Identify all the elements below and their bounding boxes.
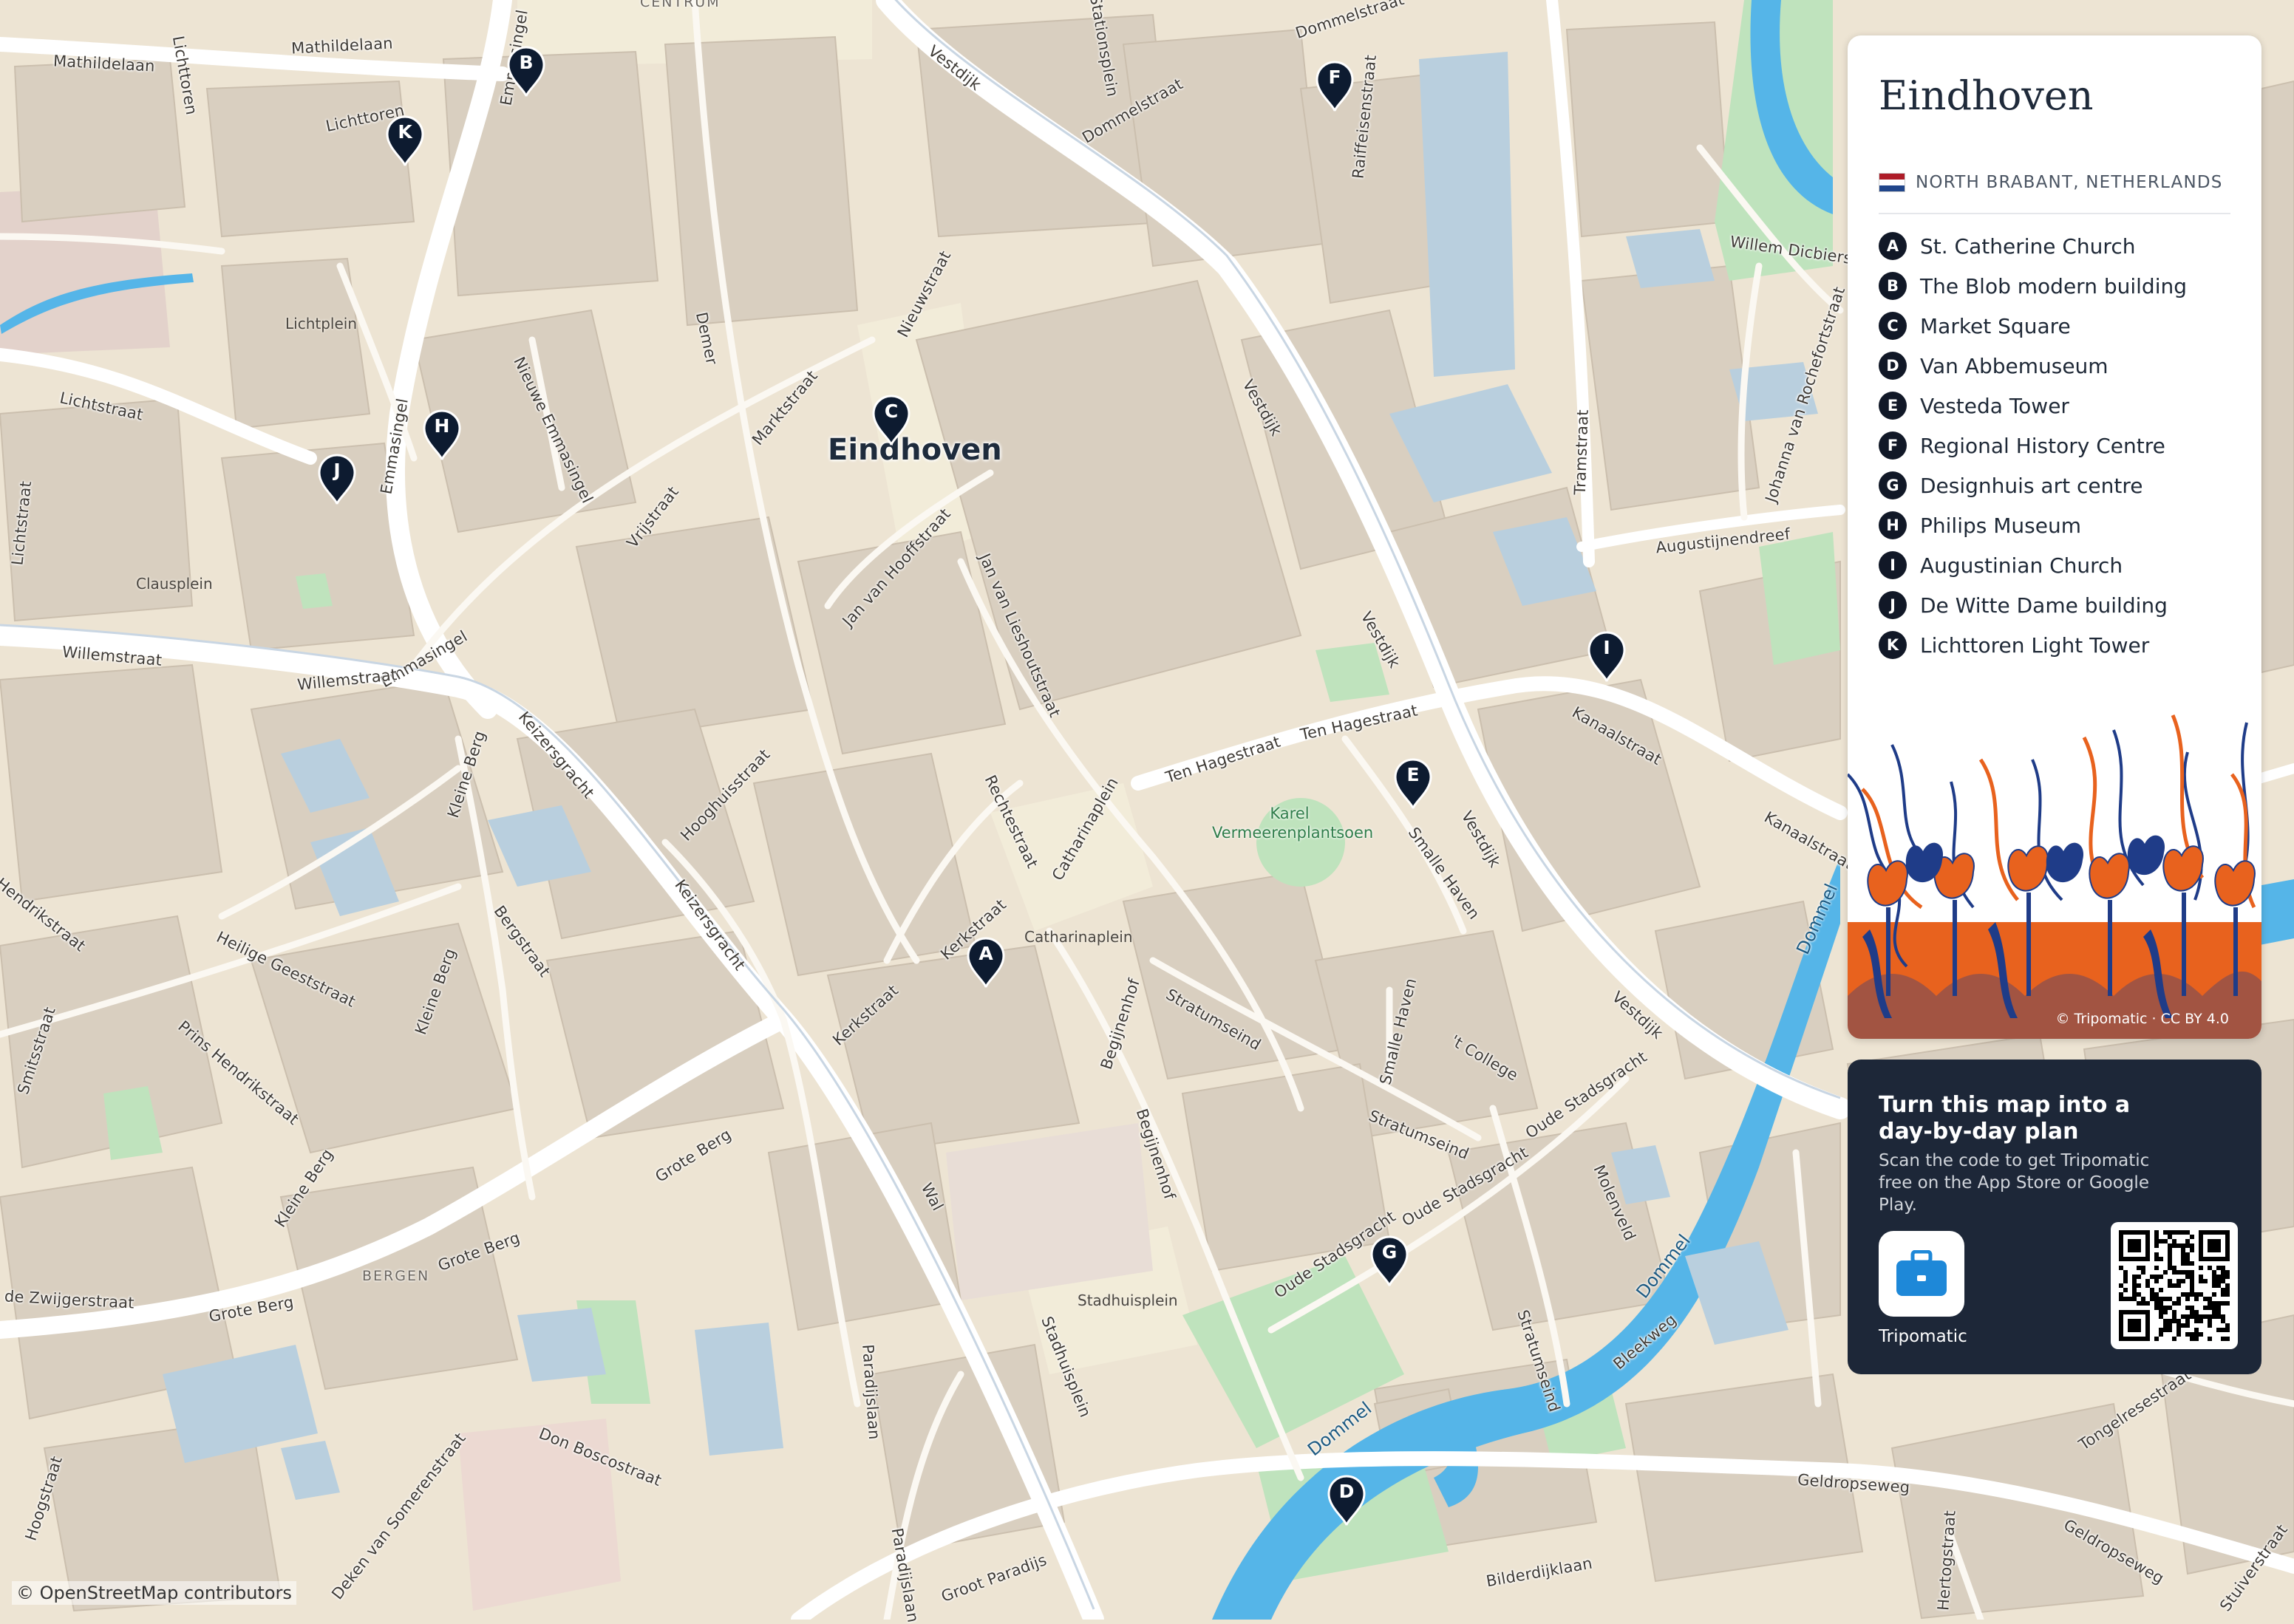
- legend-badge: E: [1879, 392, 1907, 420]
- legend-item[interactable]: G Designhuis art centre: [1879, 465, 2187, 505]
- osm-attribution[interactable]: © OpenStreetMap contributors: [12, 1581, 296, 1605]
- legend-label: Augustinian Church: [1920, 553, 2123, 578]
- city-label: Eindhoven: [828, 433, 1002, 467]
- panel-divider: [1879, 213, 2230, 214]
- marker-letter: A: [978, 943, 993, 964]
- marker-letter: I: [1603, 637, 1610, 658]
- legend-badge: B: [1879, 272, 1907, 300]
- map-pin-icon[interactable]: H: [421, 408, 463, 461]
- app-icon[interactable]: [1879, 1231, 1964, 1317]
- map-pin-icon[interactable]: F: [1314, 59, 1355, 112]
- legend-item[interactable]: C Market Square: [1879, 306, 2187, 346]
- legend-label: De Witte Dame building: [1920, 593, 2168, 618]
- legend-item[interactable]: F Regional History Centre: [1879, 426, 2187, 465]
- tulip-illustration: [1848, 714, 2261, 1039]
- place-label-lichtplein: Lichtplein: [285, 315, 358, 332]
- marker-letter: G: [1381, 1241, 1398, 1263]
- legend-item[interactable]: B The Blob modern building: [1879, 266, 2187, 306]
- map-pin-icon[interactable]: B: [506, 44, 547, 98]
- region-text: NORTH BRABANT, NETHERLANDS: [1916, 173, 2223, 192]
- legend-badge: C: [1879, 312, 1907, 340]
- legend-badge: I: [1879, 551, 1907, 579]
- map-pin-icon[interactable]: J: [316, 452, 358, 505]
- legend-label: Philips Museum: [1920, 513, 2081, 538]
- map-pin-icon[interactable]: D: [1326, 1473, 1367, 1526]
- legend-badge: J: [1879, 591, 1907, 619]
- legend-badge: G: [1879, 471, 1907, 499]
- region-row: NORTH BRABANT, NETHERLANDS: [1879, 171, 2223, 194]
- flag-stripe-blue: [1879, 185, 1905, 191]
- flag-stripe-red: [1879, 174, 1905, 180]
- promo-card[interactable]: Turn this map into a day-by-day plan Sca…: [1848, 1060, 2261, 1374]
- marker-letter: K: [398, 121, 412, 143]
- netherlands-flag-icon: [1879, 173, 1905, 192]
- legend-label: St. Catherine Church: [1920, 233, 2136, 259]
- legend-item[interactable]: I Augustinian Church: [1879, 545, 2187, 585]
- legend-badge: D: [1879, 352, 1907, 380]
- legend-list: A St. Catherine Church B The Blob modern bu…: [1879, 226, 2187, 665]
- legend-label: Regional History Centre: [1920, 433, 2165, 458]
- marker-letter: E: [1406, 764, 1420, 785]
- legend-label: Lichttoren Light Tower: [1920, 632, 2150, 658]
- map-pin-icon[interactable]: I: [1586, 630, 1627, 683]
- legend-label: Market Square: [1920, 313, 2071, 338]
- legend-item[interactable]: K Lichttoren Light Tower: [1879, 625, 2187, 665]
- marker-letter: B: [519, 52, 534, 73]
- legend-badge: H: [1879, 511, 1907, 539]
- place-label-clausplein: Clausplein: [136, 575, 213, 593]
- legend-panel: Eindhoven NORTH BRABANT, NETHERLANDS A St…: [1848, 35, 2261, 1039]
- street-label: Tramstraat: [1570, 409, 1592, 496]
- legend-badge: F: [1879, 431, 1907, 460]
- marker-letter: H: [434, 415, 450, 437]
- marker-letter: D: [1338, 1481, 1355, 1502]
- legend-badge: A: [1879, 232, 1907, 260]
- legend-label: The Blob modern building: [1920, 273, 2187, 298]
- legend-item[interactable]: E Vesteda Tower: [1879, 386, 2187, 426]
- district-label-centrum: CENTRUM: [640, 0, 721, 10]
- map-pin-icon[interactable]: C: [871, 393, 912, 446]
- marker-letter: C: [884, 400, 899, 422]
- qr-code-graphic: [2119, 1230, 2230, 1341]
- legend-item[interactable]: J De Witte Dame building: [1879, 585, 2187, 625]
- park-label: Karel Vermeerenplantsoen: [1212, 805, 1374, 842]
- map-pin-icon[interactable]: A: [965, 935, 1007, 989]
- legend-item[interactable]: H Philips Museum: [1879, 505, 2187, 545]
- promo-title: Turn this map into a day-by-day plan: [1879, 1092, 2131, 1144]
- place-label-catharinaplein: Catharinaplein: [1024, 928, 1133, 946]
- legend-item[interactable]: A St. Catherine Church: [1879, 226, 2187, 266]
- place-label-stadhuisplein: Stadhuisplein: [1078, 1292, 1178, 1309]
- legend-item[interactable]: D Van Abbemuseum: [1879, 346, 2187, 386]
- legend-label: Vesteda Tower: [1920, 393, 2069, 418]
- flag-stripe-white: [1879, 180, 1905, 185]
- marker-letter: F: [1328, 66, 1341, 88]
- map-pin-icon[interactable]: G: [1369, 1234, 1410, 1287]
- briefcase-icon: [1896, 1250, 1947, 1296]
- promo-body: Scan the code to get Tripomatic free on …: [1879, 1151, 2150, 1215]
- panel-title: Eindhoven: [1879, 72, 2094, 119]
- legend-label: Designhuis art centre: [1920, 473, 2143, 498]
- legend-label: Van Abbemuseum: [1920, 353, 2108, 378]
- map-pin-icon[interactable]: K: [384, 114, 426, 167]
- marker-letter: J: [333, 460, 341, 481]
- district-label-bergen: BERGEN: [362, 1268, 430, 1284]
- map-pin-icon[interactable]: E: [1392, 757, 1434, 810]
- tripomatic-credit[interactable]: © Tripomatic · CC BY 4.0: [2055, 1011, 2229, 1027]
- legend-badge: K: [1879, 631, 1907, 659]
- app-name: Tripomatic: [1879, 1327, 1967, 1346]
- qr-code-icon[interactable]: [2111, 1222, 2238, 1349]
